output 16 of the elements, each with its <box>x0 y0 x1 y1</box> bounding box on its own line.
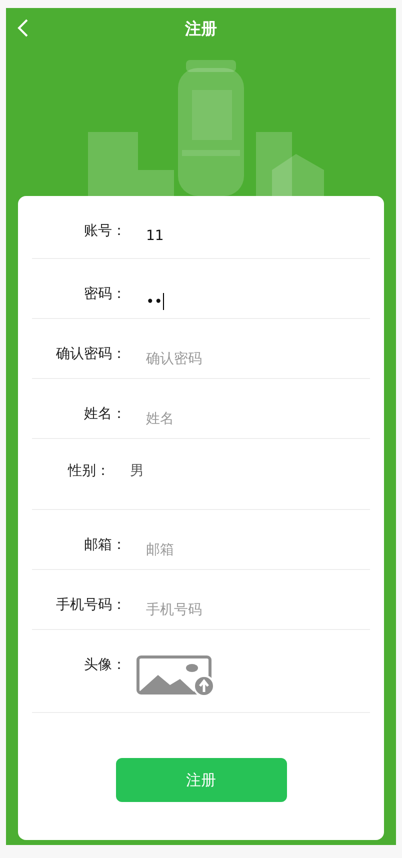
page-title: 注册 <box>185 18 217 40</box>
field-label: 邮箱： <box>83 536 126 554</box>
input-field[interactable]: 邮箱 <box>146 542 346 558</box>
field-label: 确认密码： <box>55 345 126 363</box>
input-field[interactable]: 确认密码 <box>146 351 346 367</box>
input-field[interactable]: 11 <box>146 228 346 244</box>
field-label: 性别： <box>68 462 110 480</box>
input-field[interactable]: •• <box>146 293 164 310</box>
gender-value[interactable]: 男 <box>130 462 144 480</box>
field-label: 姓名： <box>83 405 126 423</box>
field-label: 手机号码： <box>55 596 126 614</box>
field-label: 账号： <box>83 222 126 240</box>
input-field[interactable]: 手机号码 <box>146 602 346 618</box>
field-label: 密码： <box>83 285 126 303</box>
input-field[interactable]: 姓名 <box>146 411 346 427</box>
field-label: 头像： <box>83 656 126 674</box>
